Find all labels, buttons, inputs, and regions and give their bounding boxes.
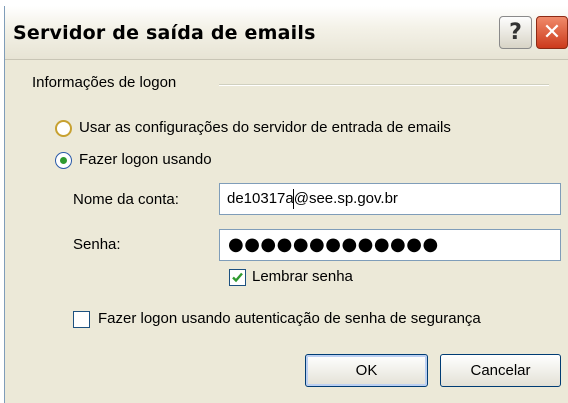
- checkmark-icon: [232, 272, 243, 283]
- question-mark-icon: ?: [509, 20, 522, 45]
- help-button[interactable]: ?: [499, 16, 532, 49]
- password-input[interactable]: ●●●●●●●●●●●●●: [219, 229, 561, 261]
- ok-button[interactable]: OK: [305, 354, 428, 387]
- ok-button-label: OK: [355, 362, 378, 379]
- remember-password-label[interactable]: Lembrar senha: [252, 268, 353, 285]
- dialog-title: Servidor de saída de emails: [13, 22, 316, 44]
- secure-password-auth-label[interactable]: Fazer logon usando autenticação de senha…: [98, 310, 481, 327]
- dialog-window: Servidor de saída de emails ? ✕ Informaç…: [4, 6, 568, 403]
- use-incoming-settings-radio[interactable]: [55, 120, 72, 137]
- close-button[interactable]: ✕: [536, 16, 568, 49]
- remember-password-checkbox[interactable]: [229, 269, 246, 286]
- radio-selected-dot: [60, 157, 67, 164]
- logon-info-group-label: Informações de logon: [32, 74, 181, 91]
- password-masked-value: ●●●●●●●●●●●●●: [228, 234, 439, 255]
- account-name-value: de10317a@see.sp.gov.br: [227, 190, 398, 207]
- cancel-button[interactable]: Cancelar: [440, 354, 561, 387]
- use-incoming-settings-label[interactable]: Usar as configurações do servidor de ent…: [79, 119, 451, 136]
- secure-password-auth-checkbox[interactable]: [73, 311, 90, 328]
- title-bar[interactable]: Servidor de saída de emails ? ✕: [5, 6, 568, 60]
- account-name-label: Nome da conta:: [73, 191, 179, 208]
- cancel-button-label: Cancelar: [470, 362, 531, 379]
- text-caret: [293, 189, 294, 209]
- group-divider: [219, 84, 549, 86]
- login-using-radio[interactable]: [55, 152, 72, 169]
- login-using-label[interactable]: Fazer logon usando: [79, 151, 212, 168]
- password-label: Senha:: [73, 236, 121, 253]
- close-x-icon: ✕: [542, 20, 562, 45]
- account-name-input[interactable]: de10317a@see.sp.gov.br: [219, 183, 561, 215]
